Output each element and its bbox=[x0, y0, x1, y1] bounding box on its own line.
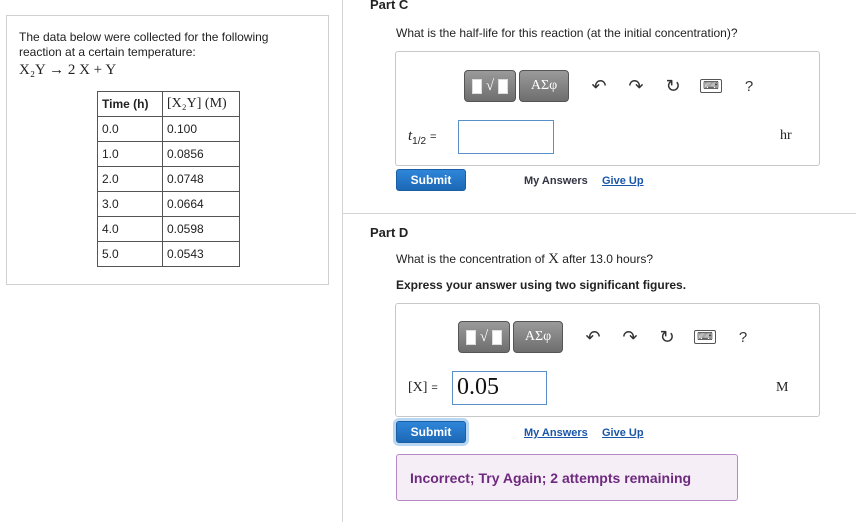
question-text-start: What is the concentration of bbox=[396, 252, 549, 266]
question-symbol: X bbox=[548, 251, 559, 267]
data-table: Time (h) [X₂Y] (M) 0.0 0.100 1.0 0.0856 … bbox=[97, 91, 240, 267]
table-cell-concentration: 0.0856 bbox=[162, 141, 240, 167]
part-c-answer-box: √ ΑΣφ ↶ ↷ ↻ ⌨ ? t1/2 = hr bbox=[395, 51, 820, 166]
table-cell-time: 0.0 bbox=[97, 116, 163, 142]
part-c-question: What is the half-life for this reaction … bbox=[396, 26, 738, 40]
keyboard-icon[interactable]: ⌨ bbox=[694, 330, 716, 344]
table-row: 3.0 0.0664 bbox=[97, 191, 240, 217]
help-icon[interactable]: ? bbox=[739, 78, 759, 95]
incorrect-feedback-message: Incorrect; Try Again; 2 attempts remaini… bbox=[396, 454, 738, 501]
reaction-equation: X₂Y → 2 X + Y bbox=[19, 62, 117, 78]
greek-symbols-button[interactable]: ΑΣφ bbox=[513, 321, 563, 353]
part-d-give-up-link[interactable]: Give Up bbox=[602, 427, 644, 439]
part-d-answer-box: √ ΑΣφ ↶ ↷ ↻ ⌨ ? [X] = 0.05 M bbox=[395, 303, 820, 417]
left-column: The data below were collected for the fo… bbox=[0, 0, 343, 522]
part-c-unit: hr bbox=[780, 128, 792, 143]
column-header-concentration: [X₂Y] (M) bbox=[162, 91, 240, 117]
concentration-input[interactable]: 0.05 bbox=[452, 371, 547, 405]
table-header-row: Time (h) [X₂Y] (M) bbox=[97, 91, 240, 117]
part-d-my-answers-link[interactable]: My Answers bbox=[524, 427, 588, 439]
table-cell-time: 4.0 bbox=[97, 216, 163, 242]
part-d-submit-button[interactable]: Submit bbox=[396, 421, 466, 443]
section-divider bbox=[343, 213, 856, 214]
table-cell-concentration: 0.0543 bbox=[162, 241, 240, 267]
undo-icon[interactable]: ↶ bbox=[583, 327, 603, 348]
template-box-icon bbox=[492, 329, 503, 345]
equals-sign: = bbox=[429, 131, 437, 143]
reset-icon[interactable]: ↻ bbox=[657, 327, 677, 348]
part-d-instruction: Express your answer using two significan… bbox=[396, 278, 687, 292]
table-cell-concentration: 0.0598 bbox=[162, 216, 240, 242]
equals-sign: = bbox=[431, 382, 438, 394]
table-cell-time: 2.0 bbox=[97, 166, 163, 192]
table-row: 2.0 0.0748 bbox=[97, 166, 240, 192]
part-d-toolbar: √ ΑΣφ ↶ ↷ ↻ ⌨ ? bbox=[458, 321, 753, 353]
part-d-variable-label: [X] = bbox=[408, 378, 438, 396]
square-root-icon: √ bbox=[485, 77, 495, 94]
templates-button[interactable]: √ bbox=[458, 321, 510, 353]
table-cell-concentration: 0.100 bbox=[162, 116, 240, 142]
variable-subscript: 1/2 bbox=[412, 135, 427, 147]
table-row: 0.0 0.100 bbox=[97, 116, 240, 142]
table-row: 4.0 0.0598 bbox=[97, 216, 240, 242]
part-c-title: Part C bbox=[370, 0, 409, 12]
part-c-toolbar: √ ΑΣφ ↶ ↷ ↻ ⌨ ? bbox=[464, 70, 759, 102]
table-row: 1.0 0.0856 bbox=[97, 141, 240, 167]
question-text-end: after 13.0 hours? bbox=[558, 252, 653, 266]
greek-symbols-button[interactable]: ΑΣφ bbox=[519, 70, 569, 102]
templates-button[interactable]: √ bbox=[464, 70, 516, 102]
problem-intro: The data below were collected for the fo… bbox=[19, 30, 269, 59]
table-row: 5.0 0.0543 bbox=[97, 241, 240, 267]
keyboard-icon[interactable]: ⌨ bbox=[700, 79, 722, 93]
table-cell-time: 3.0 bbox=[97, 191, 163, 217]
part-d-question: What is the concentration of X after 13.… bbox=[396, 251, 653, 268]
part-d-title: Part D bbox=[370, 225, 409, 240]
redo-icon[interactable]: ↷ bbox=[626, 76, 646, 97]
template-box-icon bbox=[471, 78, 482, 94]
half-life-input[interactable] bbox=[458, 120, 554, 154]
undo-icon[interactable]: ↶ bbox=[589, 76, 609, 97]
part-c-my-answers-link[interactable]: My Answers bbox=[524, 175, 588, 187]
table-cell-concentration: 0.0664 bbox=[162, 191, 240, 217]
problem-panel: The data below were collected for the fo… bbox=[6, 15, 329, 285]
square-root-icon: √ bbox=[479, 328, 489, 345]
part-c-give-up-link[interactable]: Give Up bbox=[602, 175, 644, 187]
part-c-variable-label: t1/2 = bbox=[408, 127, 436, 147]
redo-icon[interactable]: ↷ bbox=[620, 327, 640, 348]
reset-icon[interactable]: ↻ bbox=[663, 76, 683, 97]
variable-symbol: [X] bbox=[408, 380, 428, 395]
column-header-time: Time (h) bbox=[97, 91, 163, 117]
table-cell-time: 5.0 bbox=[97, 241, 163, 267]
help-icon[interactable]: ? bbox=[733, 329, 753, 346]
table-cell-concentration: 0.0748 bbox=[162, 166, 240, 192]
part-d-unit: M bbox=[776, 380, 789, 395]
template-box-icon bbox=[498, 78, 509, 94]
template-box-icon bbox=[465, 329, 476, 345]
part-c-submit-button[interactable]: Submit bbox=[396, 169, 466, 191]
table-cell-time: 1.0 bbox=[97, 141, 163, 167]
